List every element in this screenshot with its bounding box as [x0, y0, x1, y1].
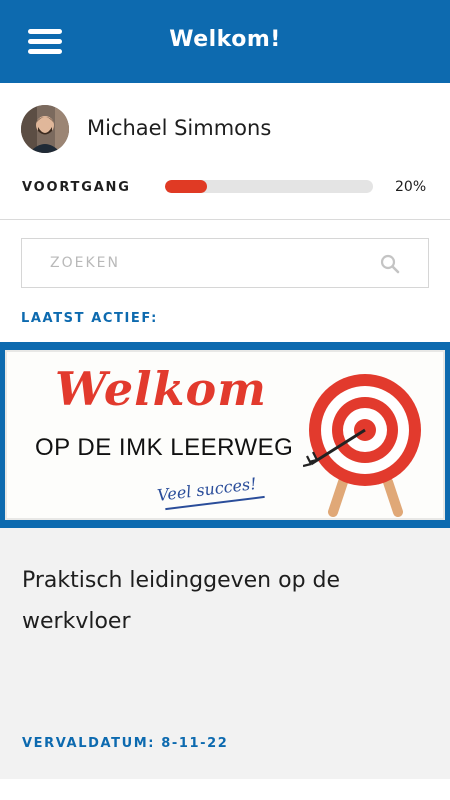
banner-title: Welkom — [55, 362, 267, 416]
progress-bar-fill — [165, 180, 207, 193]
app-header: Welkom! — [0, 0, 450, 83]
course-due-date: VERVALDATUM: 8-11-22 — [22, 736, 229, 751]
page-title: Welkom! — [169, 27, 281, 52]
progress-label: VOORTGANG — [22, 180, 131, 195]
recent-activity-label: LAATST ACTIEF: — [21, 311, 158, 326]
search-input[interactable] — [22, 239, 372, 287]
banner-image: Welkom OP DE IMK LEERWEG Veel succes! — [5, 350, 445, 520]
progress-value: 20% — [395, 179, 427, 195]
course-banner: Welkom OP DE IMK LEERWEG Veel succes! — [0, 342, 450, 528]
course-card[interactable]: Welkom OP DE IMK LEERWEG Veel succes! Pr… — [0, 342, 450, 779]
search-box — [21, 238, 429, 288]
search-icon[interactable] — [380, 254, 400, 274]
progress-bar — [165, 180, 373, 193]
avatar — [21, 105, 69, 153]
target-icon — [303, 374, 421, 517]
course-title: Praktisch leidinggeven op de werkvloer — [22, 568, 341, 634]
banner-subtitle: OP DE IMK LEERWEG — [35, 434, 294, 461]
profile-section: Michael Simmons VOORTGANG 20% — [0, 83, 450, 220]
user-name: Michael Simmons — [87, 116, 272, 140]
